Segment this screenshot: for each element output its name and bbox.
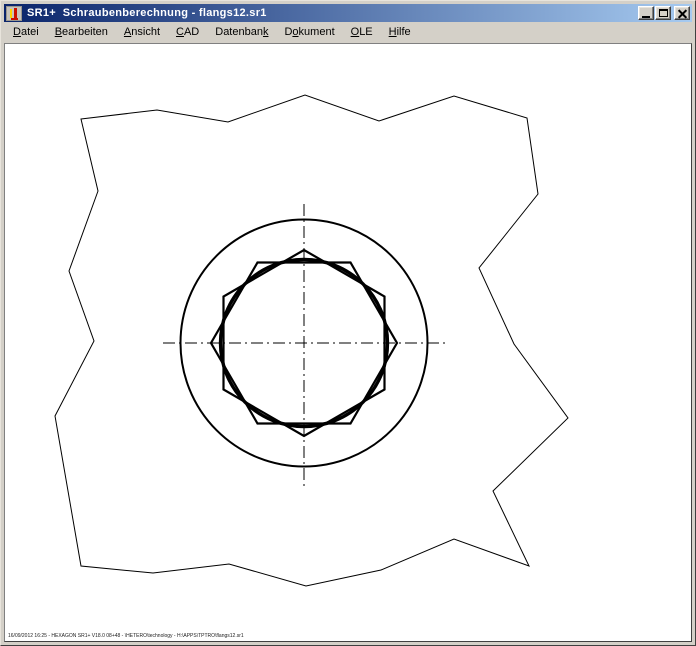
menu-item-ole[interactable]: OLE — [343, 23, 381, 42]
menu-item-datei[interactable]: Datei — [5, 23, 47, 42]
title-bar[interactable]: SR1+ Schraubenberechnung - flangs12.sr1 — [4, 4, 692, 22]
maximize-icon — [659, 9, 668, 17]
drawing-area[interactable]: 16/09/2012 16:25 - HEXAGON SR1+ V18.0 08… — [4, 43, 692, 642]
window-title: SR1+ Schraubenberechnung - flangs12.sr1 — [27, 7, 638, 19]
close-button[interactable] — [674, 6, 690, 20]
close-icon — [678, 9, 687, 18]
status-text: 16/09/2012 16:25 - HEXAGON SR1+ V18.0 08… — [8, 633, 244, 639]
menu-item-cad[interactable]: CAD — [168, 23, 207, 42]
app-icon-red-foot — [11, 18, 18, 20]
cad-drawing — [4, 43, 692, 642]
app-icon-red-bar — [14, 8, 17, 18]
menu-item-hilfe[interactable]: Hilfe — [381, 23, 419, 42]
maximize-button[interactable] — [655, 6, 671, 20]
menu-item-bearbeiten[interactable]: Bearbeiten — [47, 23, 116, 42]
minimize-icon — [642, 16, 650, 18]
minimize-button[interactable] — [638, 6, 654, 20]
window-controls — [638, 6, 690, 20]
app-window: SR1+ Schraubenberechnung - flangs12.sr1 … — [0, 0, 696, 646]
menu-item-datenbank[interactable]: Datenbank — [207, 23, 276, 42]
app-icon-yellow-bar — [10, 9, 12, 18]
plate-outline — [55, 95, 568, 586]
app-icon[interactable] — [6, 6, 22, 21]
menu-item-ansicht[interactable]: Ansicht — [116, 23, 168, 42]
menu-item-dokument[interactable]: Dokument — [276, 23, 342, 42]
menu-bar: DateiBearbeitenAnsichtCADDatenbankDokume… — [4, 22, 692, 43]
